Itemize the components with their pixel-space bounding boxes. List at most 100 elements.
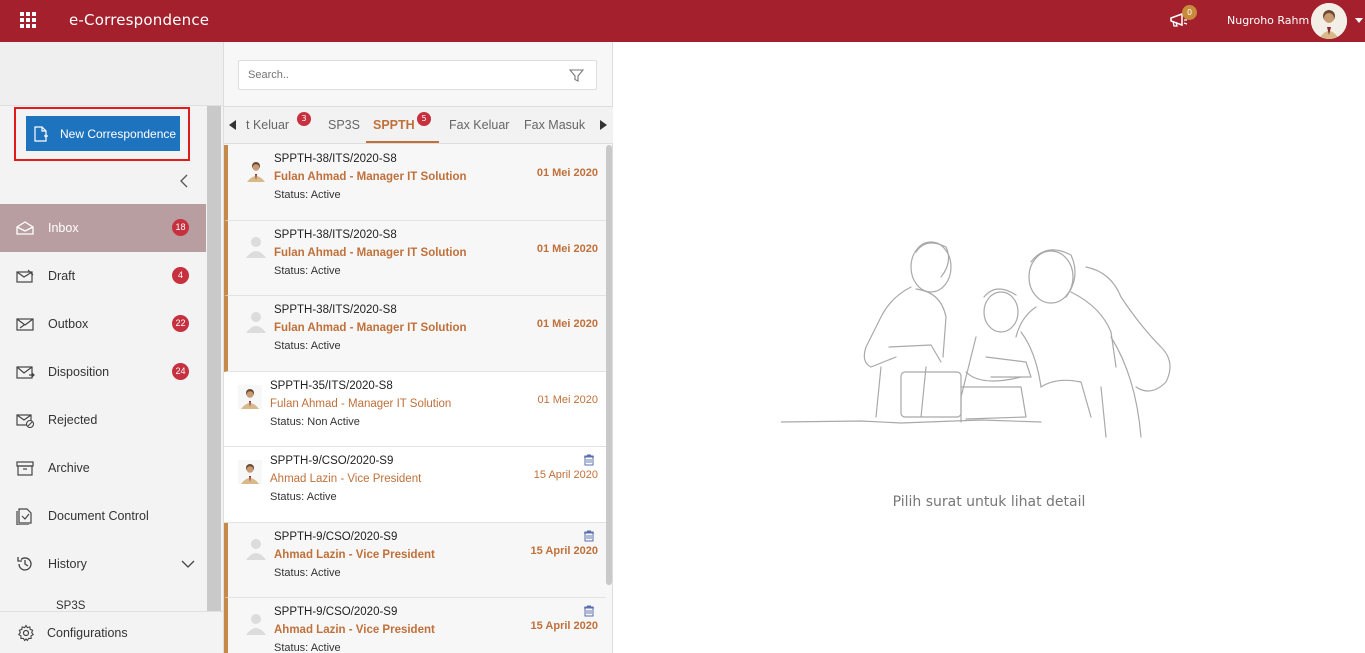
sidebar-scrollbar[interactable]: [207, 106, 221, 611]
sidebar-item-label: Outbox: [48, 317, 89, 331]
sidebar-item-label: Archive: [48, 461, 90, 475]
sender-name: Fulan Ahmad - Manager IT Solution: [274, 246, 467, 259]
tabs-scroll-right-icon[interactable]: [594, 107, 612, 143]
user-name[interactable]: Nugroho Rahm: [1227, 14, 1309, 27]
sidebar-header-band: [0, 42, 223, 106]
sidebar-item-configurations[interactable]: Configurations: [0, 611, 223, 653]
attachment-icon: [584, 605, 594, 617]
correspondence-number: SPPTH-38/ITS/2020-S8: [274, 304, 397, 316]
tab-label: Fax Masuk: [524, 118, 586, 132]
user-avatar[interactable]: [1311, 3, 1347, 39]
sender-photo-icon: [238, 460, 262, 484]
tab-sp3s[interactable]: SP3S: [328, 107, 360, 143]
empty-detail-message: Pilih surat untuk lihat detail: [892, 494, 1086, 510]
received-date: 01 Mei 2020: [536, 167, 598, 179]
sidebar-item-label: Rejected: [48, 413, 98, 427]
history-expand-chevron-icon[interactable]: [180, 556, 196, 572]
received-date: 15 April 2020: [530, 620, 598, 632]
sidebar-item-disposition[interactable]: Disposition 24: [0, 348, 206, 396]
sidebar-item-archive[interactable]: Archive: [0, 444, 206, 492]
tab-surat-keluar[interactable]: t Keluar: [246, 107, 289, 143]
received-date: 01 Mei 2020: [536, 242, 598, 255]
draft-count-badge: 4: [172, 267, 189, 284]
correspondence-number: SPPTH-9/CSO/2020-S9: [270, 455, 394, 467]
status-text: Status: Active: [270, 491, 337, 503]
sidebar-item-label: Draft: [48, 269, 76, 283]
sidebar-item-inbox[interactable]: Inbox 18: [0, 204, 206, 252]
rejected-icon: [15, 410, 35, 430]
avatar-placeholder-icon: [246, 614, 266, 635]
new-correspondence-button[interactable]: New Correspondence: [26, 116, 180, 151]
correspondence-number: SPPTH-38/ITS/2020-S8: [274, 153, 397, 165]
tab-sppth-badge: 5: [417, 112, 431, 126]
app-title: e-Correspondence: [69, 11, 210, 29]
list-item[interactable]: SPPTH-9/CSO/2020-S9 Ahmad Lazin - Vice Pr…: [224, 522, 606, 598]
list-scrollbar[interactable]: [606, 145, 612, 585]
user-menu-caret-icon[interactable]: [1355, 18, 1363, 23]
sender-name: Ahmad Lazin - Vice President: [274, 624, 435, 636]
status-text: Status: Non Active: [270, 415, 360, 428]
status-text: Status: Active: [274, 642, 341, 653]
status-text: Status: Active: [274, 264, 341, 277]
outbox-count-badge: 22: [172, 315, 189, 332]
sidebar-item-document-control[interactable]: Document Control: [0, 492, 206, 540]
draft-icon: [15, 266, 35, 286]
sidebar-nav: Inbox 18 Draft 4 Outbox 22 Disposition 2…: [0, 204, 206, 588]
list-item[interactable]: SPPTH-38/ITS/2020-S8 Fulan Ahmad - Manage…: [224, 145, 606, 221]
tab-label: Fax Keluar: [449, 118, 510, 132]
list-item[interactable]: SPPTH-9/CSO/2020-S9 Ahmad Lazin - Vice Pr…: [224, 598, 606, 653]
status-text: Status: Active: [274, 340, 341, 352]
tab-fax-masuk[interactable]: Fax Masuk: [524, 107, 585, 143]
document-control-icon: [15, 506, 35, 526]
team-illustration: [781, 241, 1171, 438]
received-date: 15 April 2020: [530, 544, 598, 557]
sender-name: Ahmad Lazin - Vice President: [270, 473, 422, 485]
avatar-placeholder-icon: [246, 312, 266, 333]
list-item[interactable]: SPPTH-38/ITS/2020-S8 Fulan Ahmad - Manage…: [224, 220, 606, 296]
sidebar-item-label: Inbox: [48, 221, 79, 235]
received-date: 15 April 2020: [533, 469, 598, 481]
sender-name: Fulan Ahmad - Manager IT Solution: [274, 322, 467, 334]
sidebar-item-history[interactable]: History: [0, 540, 206, 588]
filter-icon[interactable]: [569, 68, 584, 83]
correspondence-number: SPPTH-38/ITS/2020-S8: [274, 228, 397, 241]
attachment-icon: [584, 530, 594, 541]
sidebar-item-label: History: [48, 557, 87, 571]
tab-label: SPPTH: [373, 118, 415, 132]
notification-badge: 0: [1182, 5, 1197, 20]
tabs-scroll-left-icon[interactable]: [224, 107, 242, 143]
correspondence-list: SPPTH-38/ITS/2020-S8 Fulan Ahmad - Manage…: [224, 145, 606, 653]
list-item[interactable]: SPPTH-9/CSO/2020-S9 Ahmad Lazin - Vice Pr…: [224, 447, 606, 523]
history-icon: [15, 554, 35, 574]
archive-icon: [15, 458, 35, 478]
collapse-sidebar-chevron-icon[interactable]: [176, 173, 192, 189]
inbox-icon: [15, 218, 35, 238]
detail-panel: Pilih surat untuk lihat detail: [613, 42, 1365, 653]
new-document-icon: [34, 125, 48, 142]
sender-name: Fulan Ahmad - Manager IT Solution: [270, 397, 452, 410]
top-bar: e-Correspondence 0 Nugroho Rahm: [0, 0, 1365, 42]
status-text: Status: Active: [274, 189, 341, 201]
sidebar-item-outbox[interactable]: Outbox 22: [0, 300, 206, 348]
sender-photo-icon: [238, 384, 262, 409]
disposition-count-badge: 24: [172, 363, 189, 380]
received-date: 01 Mei 2020: [537, 393, 598, 406]
correspondence-number: SPPTH-9/CSO/2020-S9: [274, 606, 398, 618]
sidebar-item-label: Document Control: [48, 509, 149, 523]
list-item[interactable]: SPPTH-35/ITS/2020-S8 Fulan Ahmad - Manage…: [224, 371, 606, 447]
search-box: [238, 60, 597, 90]
correspondence-list-panel: t Keluar 3 SP3S SPPTH 5 Fax Keluar Fax M…: [223, 42, 614, 653]
tab-surat-keluar-badge: 3: [297, 112, 311, 126]
sidebar: New Correspondence Inbox 18 Draft 4 Outb…: [0, 42, 223, 653]
correspondence-number: SPPTH-35/ITS/2020-S8: [270, 379, 393, 392]
list-item[interactable]: SPPTH-38/ITS/2020-S8 Fulan Ahmad - Manage…: [224, 296, 606, 372]
gear-icon: [17, 623, 35, 641]
search-input[interactable]: [239, 61, 539, 89]
attachment-icon: [584, 454, 594, 466]
tab-fax-keluar[interactable]: Fax Keluar: [449, 107, 509, 143]
apps-grid-icon[interactable]: [20, 12, 36, 28]
tab-label: SP3S: [328, 118, 360, 132]
sidebar-item-rejected[interactable]: Rejected: [0, 396, 206, 444]
sidebar-item-draft[interactable]: Draft 4: [0, 252, 206, 300]
configurations-label: Configurations: [47, 625, 128, 640]
